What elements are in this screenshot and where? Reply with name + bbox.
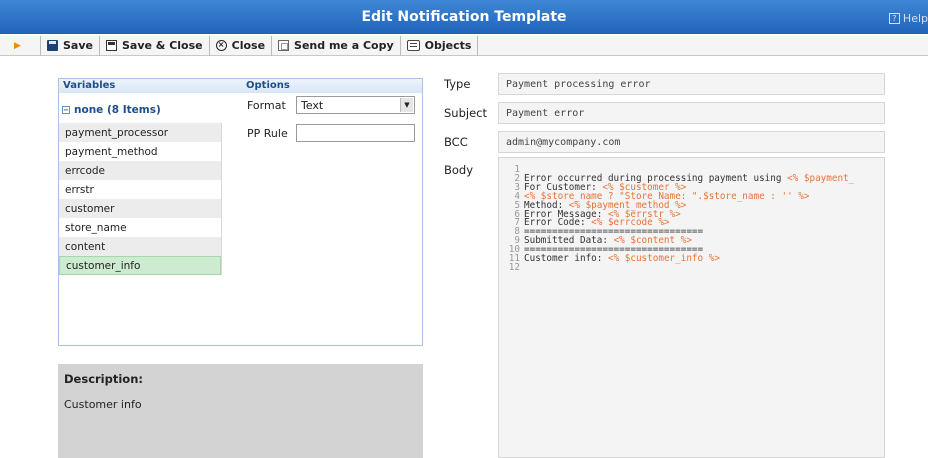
help-icon: ? <box>888 13 900 24</box>
toolbar-arrow-icon: ▶ <box>14 40 21 51</box>
bcc-field[interactable]: admin@mycompany.com <box>498 131 885 153</box>
save-close-button[interactable]: Save & Close <box>100 35 210 56</box>
variable-item[interactable]: content <box>59 237 221 256</box>
format-label: Format <box>247 99 286 112</box>
description-text: Customer info <box>64 398 142 411</box>
help-label: Help <box>902 12 928 25</box>
close-icon: × <box>215 40 227 51</box>
variable-item[interactable]: errcode <box>59 161 221 180</box>
variables-header: Variables <box>63 80 116 91</box>
save-close-label: Save & Close <box>121 39 203 52</box>
description-heading: Description: <box>64 372 143 386</box>
template-tag: <% $customer_info %> <box>607 253 720 265</box>
variables-panel: Variables Options − none (8 Items) payme… <box>58 78 423 346</box>
format-value: Text <box>301 98 324 112</box>
template-tag: <% $payment_ <box>787 172 855 184</box>
send-copy-label: Send me a Copy <box>294 39 394 52</box>
pp-rule-label: PP Rule <box>247 127 288 140</box>
collapse-icon[interactable]: − <box>62 106 70 114</box>
close-button[interactable]: × Close <box>210 35 273 56</box>
variable-item[interactable]: errstr <box>59 180 221 199</box>
line-number: 12 <box>508 261 520 273</box>
format-select[interactable]: Text ▼ <box>296 96 415 114</box>
panel-header: Variables Options <box>59 79 422 93</box>
bcc-label: BCC <box>444 135 468 149</box>
options-header: Options <box>246 80 290 91</box>
dropdown-arrow-icon[interactable]: ▼ <box>400 98 413 112</box>
variable-list: payment_processor payment_method errcode er… <box>59 123 222 275</box>
variable-item[interactable]: store_name <box>59 218 221 237</box>
close-label: Close <box>231 39 266 52</box>
save-button[interactable]: Save <box>40 35 100 56</box>
objects-icon <box>406 40 420 51</box>
save-label: Save <box>63 39 93 52</box>
objects-button[interactable]: Objects <box>401 35 479 56</box>
save-close-icon <box>105 40 117 51</box>
type-field[interactable]: Payment processing error <box>498 73 885 95</box>
description-box: Description: Customer info <box>58 364 423 458</box>
variable-group[interactable]: − none (8 Items) <box>62 104 161 116</box>
type-label: Type <box>444 77 471 91</box>
variable-item[interactable]: payment_processor <box>59 123 221 142</box>
code-line: 12 <box>499 261 854 273</box>
objects-label: Objects <box>424 39 472 52</box>
help-link[interactable]: ? Help <box>888 12 928 25</box>
body-editor[interactable]: 1 2 Error occurred during processing paym… <box>498 157 885 458</box>
variable-item[interactable]: customer <box>59 199 221 218</box>
group-label: none (8 Items) <box>74 104 161 116</box>
code-lines: 1 2 Error occurred during processing paym… <box>499 165 855 273</box>
copy-icon <box>278 40 290 51</box>
code-line: 11 Customer info: <% $customer_info %> <box>499 253 854 265</box>
toolbar: ▶ Save Save & Close × Close Send me a Co… <box>0 35 928 56</box>
title-bar: Edit Notification Template ? Help <box>0 0 928 34</box>
save-icon <box>47 40 58 51</box>
variable-item[interactable]: payment_method <box>59 142 221 161</box>
body-label: Body <box>444 163 474 177</box>
subject-label: Subject <box>444 106 487 120</box>
pp-rule-input[interactable] <box>296 124 415 142</box>
variable-item[interactable]: customer_info <box>59 256 221 275</box>
code-text: Customer info: <box>524 253 608 265</box>
send-copy-button[interactable]: Send me a Copy <box>272 35 401 56</box>
window-title: Edit Notification Template <box>361 9 567 25</box>
subject-field[interactable]: Payment error <box>498 102 885 124</box>
